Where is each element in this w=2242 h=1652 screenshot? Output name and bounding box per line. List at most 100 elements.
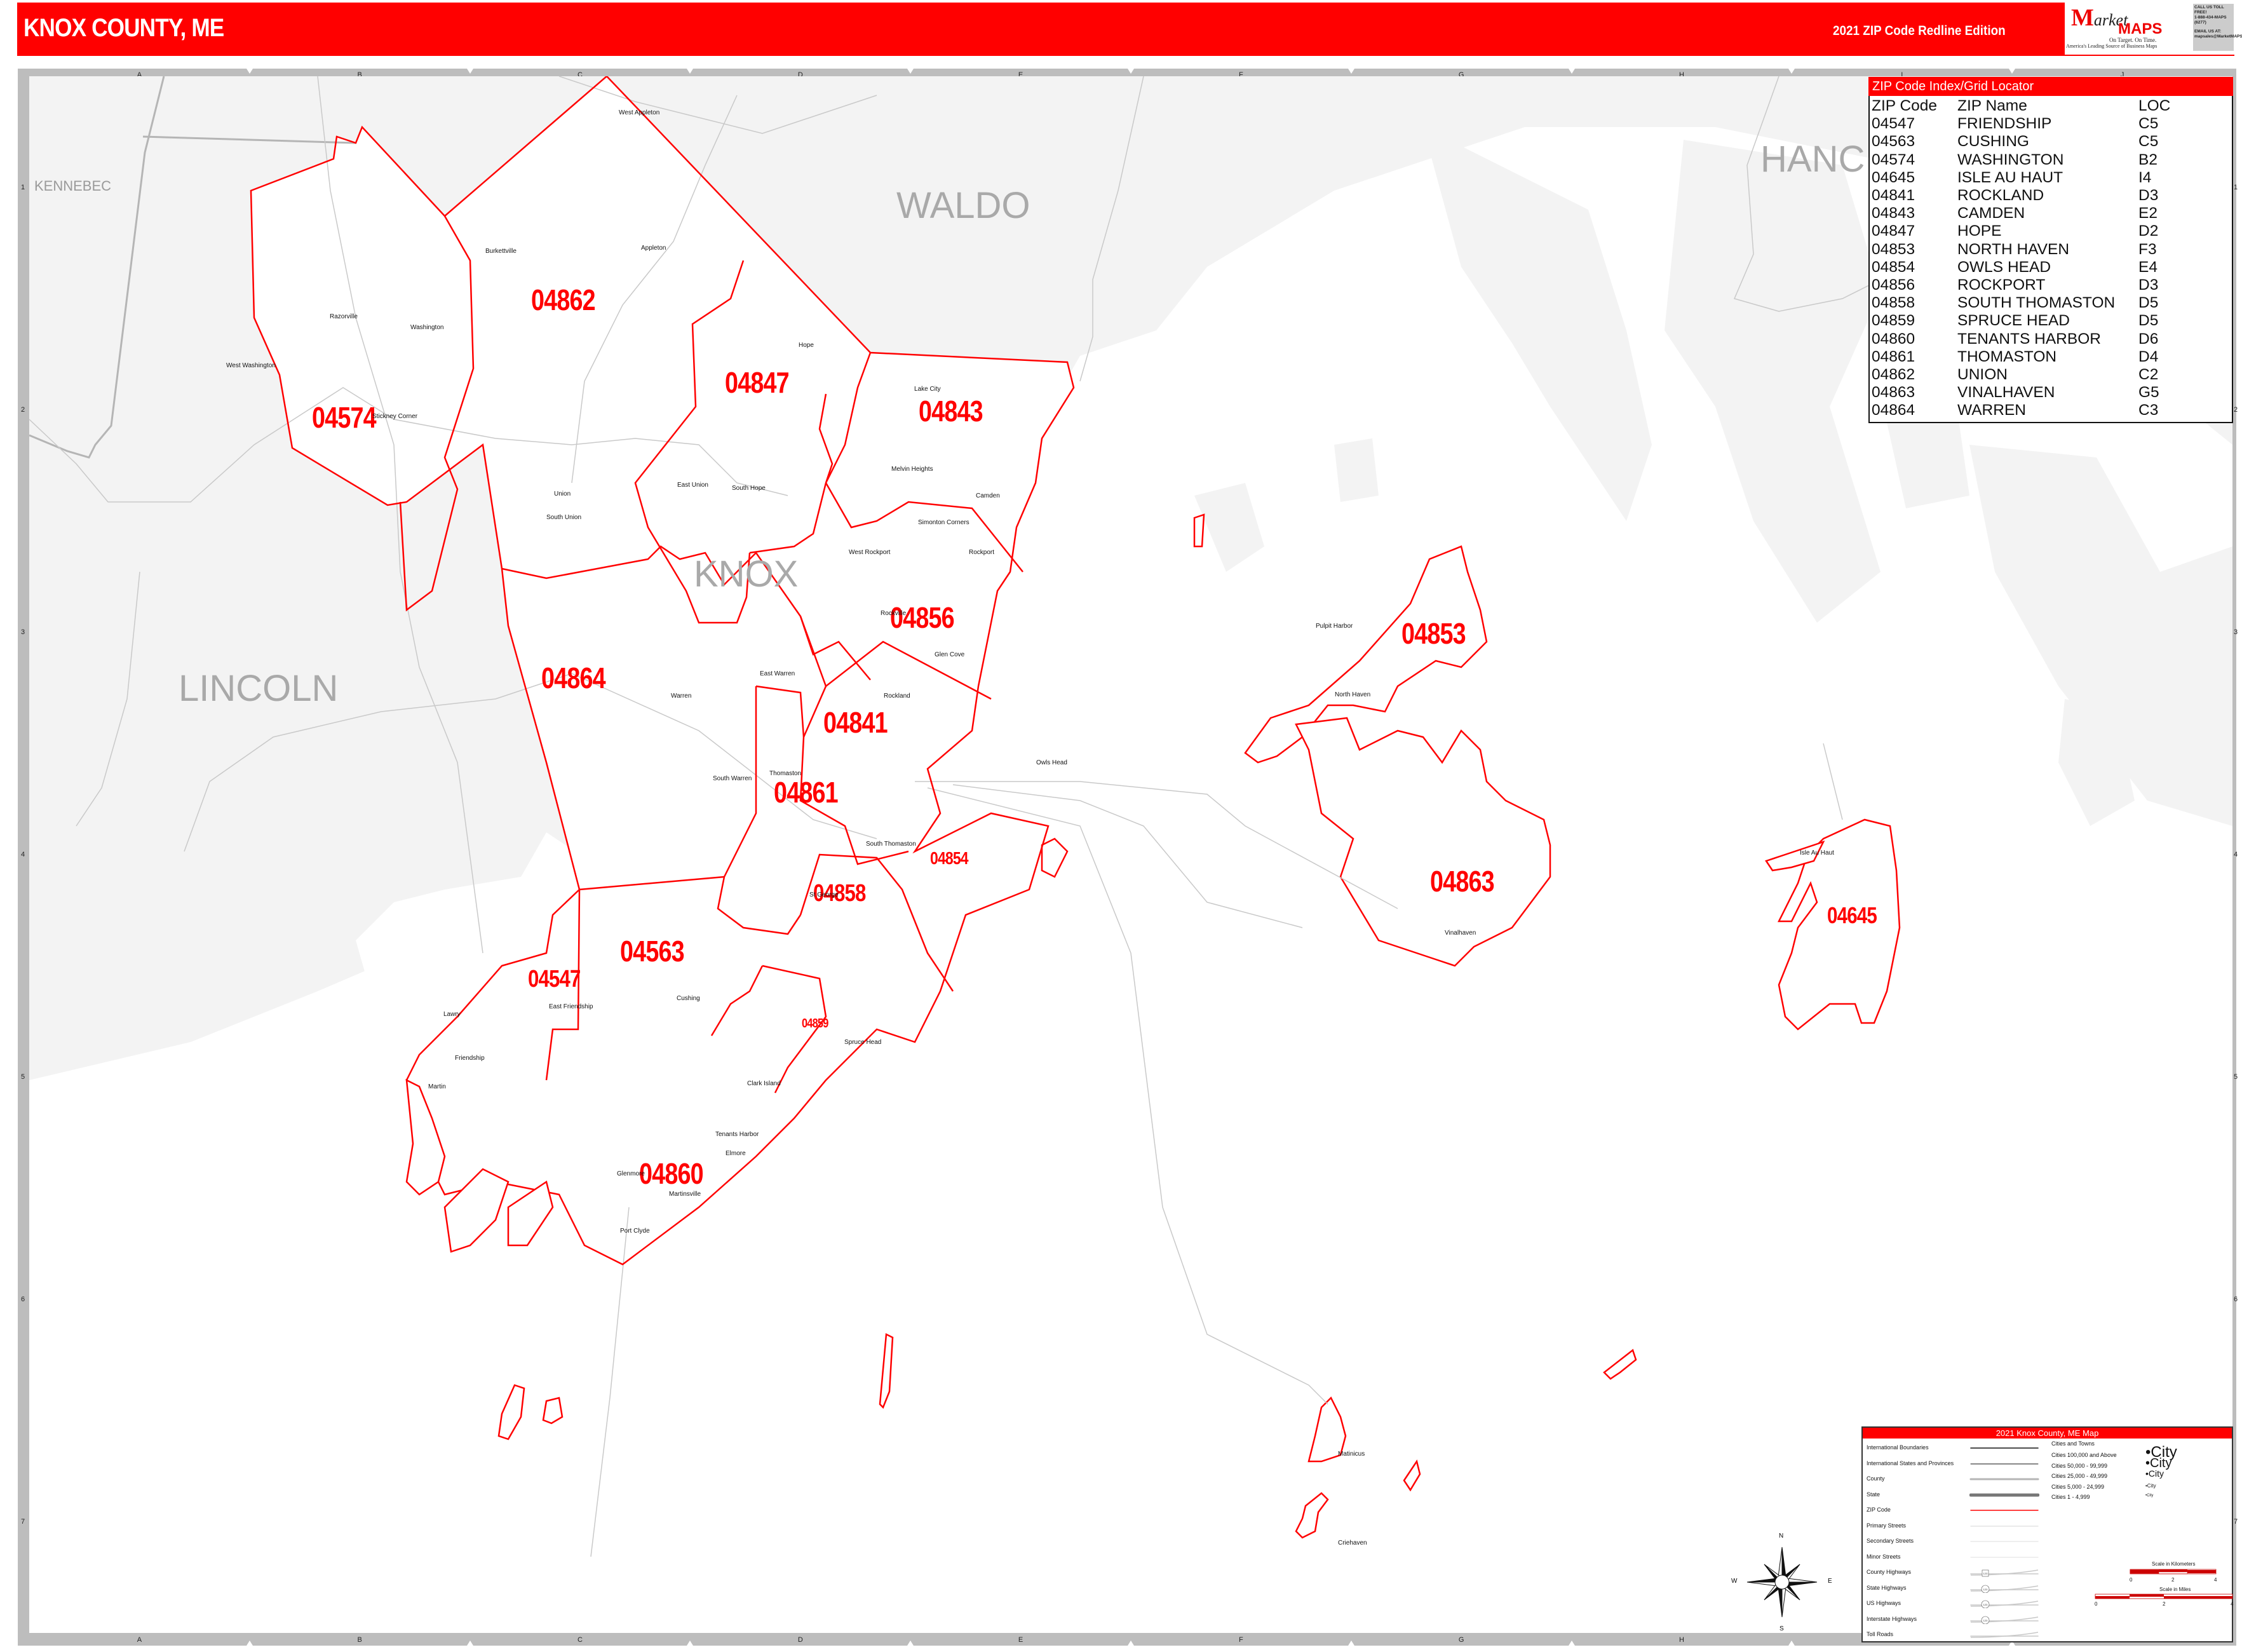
zip-loc-cell: D3 [2138, 187, 2159, 205]
grid-column-label-bottom: A [137, 1636, 142, 1644]
zip-loc-cell: D6 [2138, 330, 2159, 348]
zip-label-04856[interactable]: 04856 [890, 600, 955, 635]
town-pulpit-harbor: Pulpit Harbor [1316, 623, 1353, 630]
zip-index-row[interactable]: 04854 OWLS HEAD E4 [1872, 259, 2170, 276]
zip-index-row[interactable]: 04858 SOUTH THOMASTON D5 [1872, 294, 2170, 312]
legend-symbol-intl [1970, 1447, 2039, 1449]
zip-code-cell: 04843 [1872, 205, 1915, 222]
grid-tick [246, 69, 253, 74]
town-glen-cove: Glen Cove [935, 651, 965, 658]
zip-loc-cell: D2 [2138, 222, 2159, 240]
town-friendship: Friendship [455, 1055, 485, 1062]
zip-loc-cell: G5 [2138, 384, 2159, 402]
grid-column-label-bottom: E [1018, 1636, 1023, 1644]
legend-item-label: State [1867, 1491, 1881, 1498]
zip-label-04859[interactable]: 04859 [802, 1017, 828, 1031]
town-union: Union [554, 491, 571, 498]
zip-loc-cell: E2 [2138, 205, 2158, 222]
grid-row-label-left: 4 [21, 851, 25, 858]
col-header-zip: ZIP Code [1872, 97, 1938, 115]
compass-n: N [1779, 1533, 1784, 1540]
town-tenants-harbor: Tenants Harbor [715, 1131, 759, 1138]
zip-label-04854[interactable]: 04854 [930, 848, 969, 869]
town-matinicus: Matinicus [1338, 1451, 1365, 1458]
grid-tick [1347, 69, 1354, 74]
zip-loc-cell: C5 [2138, 133, 2159, 151]
legend-city-sample: •City [2145, 1456, 2172, 1470]
zip-index-row[interactable]: 04574 WASHINGTON B2 [1872, 151, 2170, 169]
county-label-kennebec: KENNEBEC [34, 178, 112, 194]
town-hope: Hope [799, 342, 814, 349]
zip-label-04860[interactable]: 04860 [639, 1156, 704, 1191]
market-maps-logo[interactable]: Market MAPS On Target. On Time. America'… [2065, 1, 2242, 55]
zip-name-cell: ISLE AU HAUT [1957, 168, 2063, 186]
zip-index-row[interactable]: 04859 SPRUCE HEAD D5 [1872, 312, 2170, 330]
legend-city-sample: •City [2145, 1494, 2154, 1498]
zip-index-row[interactable]: 04841 ROCKLAND D3 [1872, 187, 2170, 205]
town-cushing: Cushing [677, 995, 700, 1002]
grid-row-label-right: 6 [2234, 1296, 2238, 1303]
zip-code-cell: 04854 [1872, 258, 1915, 276]
zip-name-cell: FRIENDSHIP [1957, 115, 2052, 133]
scale-mi-title: Scale in Miles [2159, 1587, 2191, 1592]
zip-index-row[interactable]: 04863 VINALHAVEN G5 [1872, 384, 2170, 402]
zip-index-row[interactable]: 04547 FRIENDSHIP C5 [1872, 115, 2170, 133]
legend-item-label: Primary Streets [1867, 1522, 1907, 1529]
zip-name-cell: THOMASTON [1957, 348, 2057, 365]
zip-index-row[interactable]: 04856 ROCKPORT D3 [1872, 276, 2170, 294]
zip-index-row[interactable]: 04860 TENANTS HARBOR D6 [1872, 330, 2170, 348]
compass-w: W [1731, 1578, 1738, 1585]
zip-loc-cell: C3 [2138, 402, 2159, 419]
town-washington: Washington [410, 324, 444, 331]
zip-loc-cell: E4 [2138, 258, 2158, 276]
zip-code-cell: 04861 [1872, 348, 1915, 365]
town-martinsville: Martinsville [669, 1191, 701, 1198]
zip-label-04864[interactable]: 04864 [541, 661, 606, 695]
zip-loc-cell: C2 [2138, 365, 2159, 383]
town-martin: Martin [428, 1083, 446, 1090]
zip-code-cell: 04847 [1872, 222, 1915, 240]
zip-label-04853[interactable]: 04853 [1401, 616, 1466, 651]
zip-index-row[interactable]: 04862 UNION C2 [1872, 366, 2170, 384]
scale-km-tick: 2 [2171, 1577, 2175, 1583]
zip-loc-cell: D4 [2138, 348, 2159, 365]
legend-symbol-state [1969, 1493, 2039, 1496]
legend-symbol-minor [1970, 1556, 2039, 1558]
zip-index-row[interactable]: 04853 NORTH HAVEN F3 [1872, 241, 2170, 259]
legend-item-label: Interstate Highways [1867, 1615, 1917, 1622]
zip-label-04843[interactable]: 04843 [919, 394, 983, 428]
zip-index-row[interactable]: 04864 WARREN C3 [1872, 402, 2170, 419]
grid-row-label-left: 1 [21, 184, 25, 191]
zip-label-04563[interactable]: 04563 [620, 934, 685, 968]
grid-tick [687, 1641, 694, 1646]
edition-label: 2021 ZIP Code Redline Edition [1833, 24, 2006, 38]
town-south-warren: South Warren [713, 775, 752, 782]
grid-row-label-left: 3 [21, 628, 25, 636]
zip-index-row[interactable]: 04861 THOMASTON D4 [1872, 348, 2170, 366]
col-header-loc: LOC [2138, 97, 2171, 115]
zip-index-row[interactable]: 04847 HOPE D2 [1872, 222, 2170, 240]
zip-label-04847[interactable]: 04847 [725, 365, 790, 400]
zip-label-04574[interactable]: 04574 [312, 400, 377, 435]
legend-symbol-zip [1970, 1510, 2039, 1511]
zip-code-cell: 04863 [1872, 384, 1915, 402]
zip-loc-cell: F3 [2138, 240, 2157, 258]
zip-label-04863[interactable]: 04863 [1430, 864, 1495, 898]
zip-index-row[interactable]: 04843 CAMDEN E2 [1872, 205, 2170, 222]
zip-label-04645[interactable]: 04645 [1827, 902, 1877, 929]
zip-index-row[interactable]: 04645 ISLE AU HAUT I4 [1872, 169, 2170, 187]
zip-label-04841[interactable]: 04841 [823, 705, 888, 740]
zip-index-row[interactable]: 04563 CUSHING C5 [1872, 133, 2170, 151]
zip-label-04862[interactable]: 04862 [531, 283, 596, 317]
zip-label-04861[interactable]: 04861 [774, 775, 839, 809]
zip-name-cell: SPRUCE HEAD [1957, 312, 2070, 330]
svg-text:123: 123 [1983, 1572, 1988, 1575]
town-spruce-head: Spruce Head [844, 1039, 882, 1046]
logo-tagline: On Target. On Time. [2109, 37, 2157, 43]
zip-label-04547[interactable]: 04547 [528, 966, 581, 993]
legend-symbol-county [1969, 1478, 2039, 1480]
compass-icon [1746, 1547, 1818, 1618]
legend-symbol-countyhwy: 123 [1970, 1569, 2039, 1577]
legend-city-class-label: Cities 25,000 - 49,999 [2051, 1473, 2108, 1479]
zip-name-cell: HOPE [1957, 222, 2002, 240]
